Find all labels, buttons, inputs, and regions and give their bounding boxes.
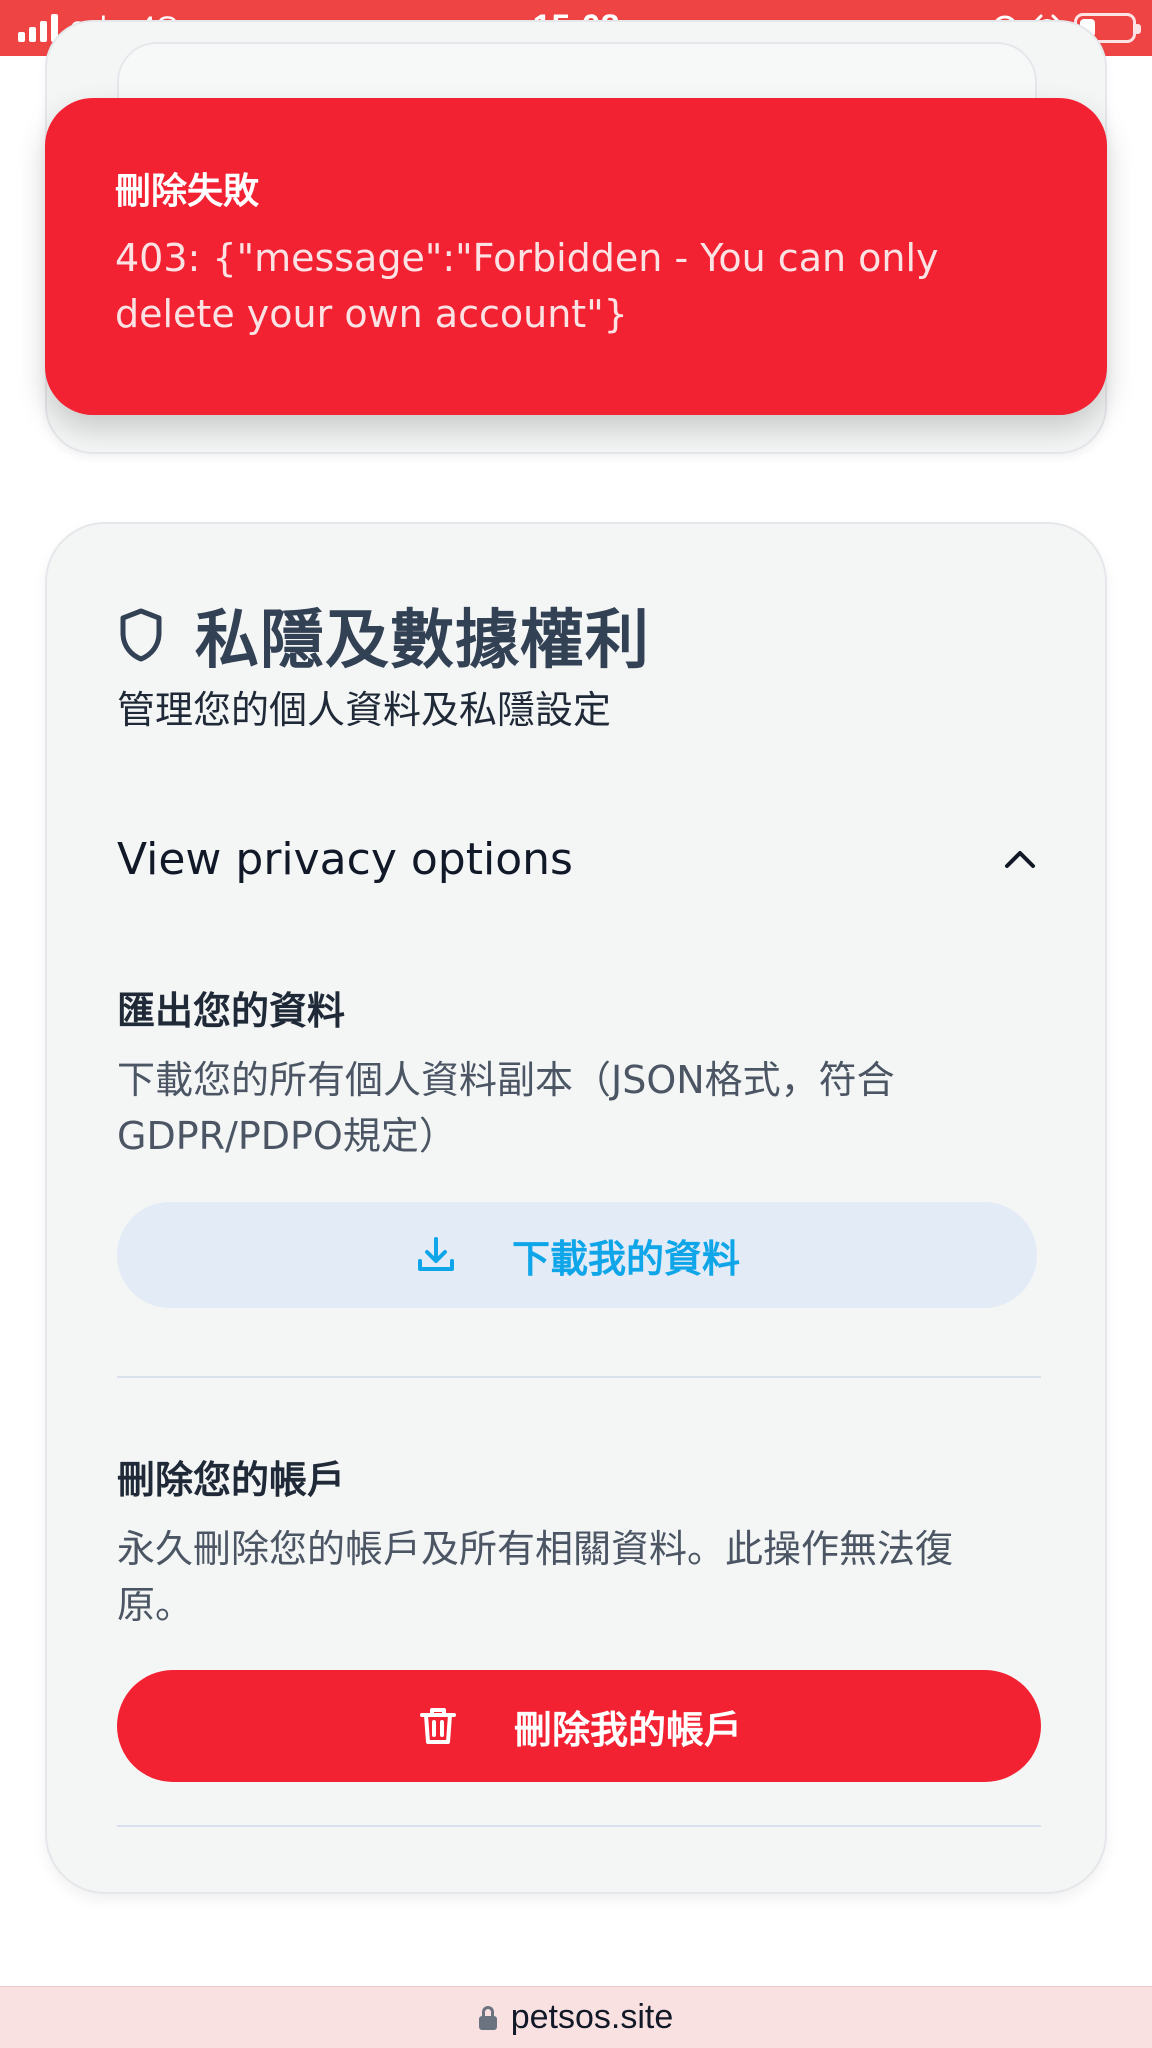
export-title: 匯出您的資料 — [117, 989, 346, 1033]
card-subtitle: 管理您的個人資料及私隱設定 — [117, 688, 612, 732]
toast-message: 403: {"message":"Forbidden - You can onl… — [115, 236, 939, 336]
bottom-divider — [117, 1825, 1041, 1827]
privacy-options-label: View privacy options — [117, 833, 573, 885]
shield-icon — [120, 608, 162, 662]
url-text: petsos.site — [510, 1998, 674, 2036]
download-icon — [417, 1237, 454, 1271]
privacy-options-toggle[interactable]: View privacy options — [117, 824, 1037, 894]
download-data-label: 下載我的資料 — [511, 1236, 740, 1281]
card-title: 私隱及數據權利 — [195, 604, 650, 678]
delete-description: 永久刪除您的帳戶及所有相關資料。此操作無法復原。 — [117, 1527, 954, 1627]
card-header: 私隱及數據權利 — [117, 589, 650, 681]
delete-title: 刪除您的帳戶 — [117, 1458, 346, 1502]
url-bar[interactable]: petsos.site — [0, 1986, 1152, 2048]
privacy-card: 私隱及數據權利 管理您的個人資料及私隱設定 View privacy optio… — [45, 522, 1107, 1894]
lock-icon — [478, 2005, 497, 2030]
delete-account-label: 刪除我的帳戶 — [513, 1707, 742, 1752]
toast-title: 刪除失敗 — [115, 171, 260, 212]
delete-account-button[interactable]: 刪除我的帳戶 — [117, 1670, 1041, 1782]
error-toast[interactable]: 刪除失敗 403: {"message":"Forbidden - You ca… — [45, 98, 1107, 415]
download-data-button[interactable]: 下載我的資料 — [117, 1202, 1037, 1308]
section-divider — [117, 1376, 1041, 1378]
chevron-up-icon[interactable] — [1003, 848, 1037, 870]
trash-icon — [419, 1708, 456, 1744]
export-description: 下載您的所有個人資料副本（JSON格式，符合GDPR/PDPO規定） — [117, 1058, 895, 1158]
